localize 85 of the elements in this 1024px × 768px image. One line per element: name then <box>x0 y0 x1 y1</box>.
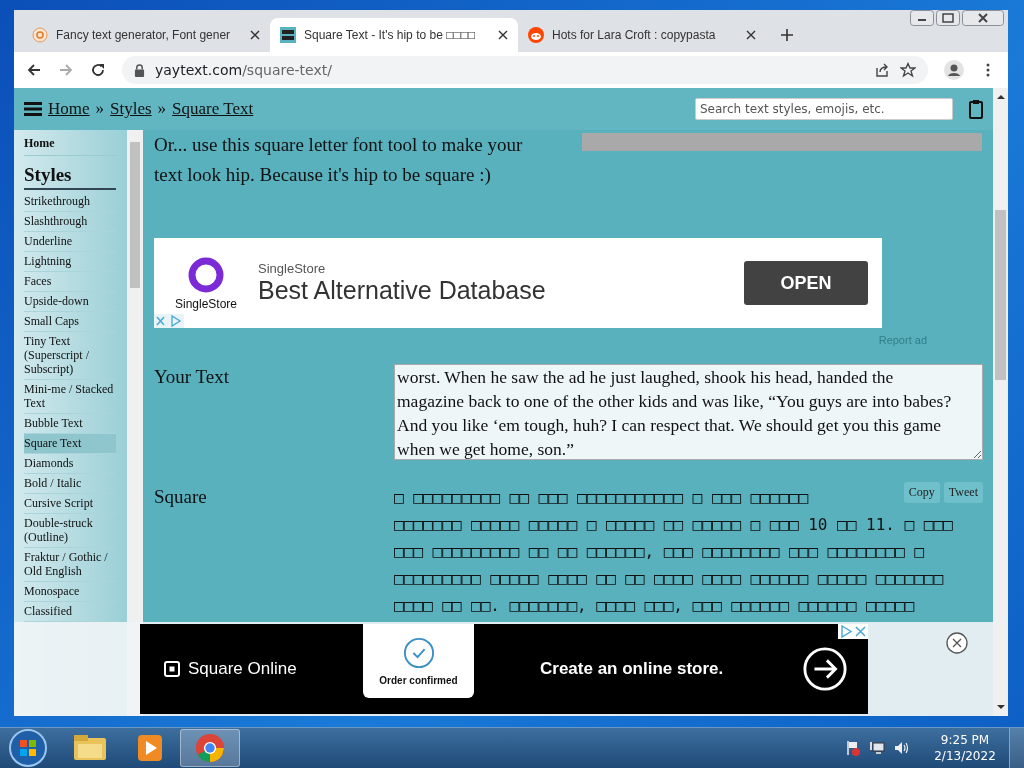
browser-tab[interactable]: Fancy text generator, Font gener <box>22 18 270 52</box>
maximize-icon[interactable] <box>936 10 960 26</box>
browser-tab[interactable]: Hots for Lara Croft : copypasta <box>518 18 766 52</box>
scroll-down-icon[interactable] <box>996 704 1005 710</box>
start-button[interactable] <box>8 728 48 768</box>
sidebar-item[interactable]: Faces <box>24 272 116 292</box>
close-icon[interactable] <box>250 30 260 40</box>
open-button[interactable]: OPEN <box>744 261 868 305</box>
clock-date[interactable]: 2/13/2022 <box>934 748 996 764</box>
profile-icon[interactable] <box>944 60 964 80</box>
home-link[interactable]: Home <box>24 134 116 156</box>
action-button[interactable]: Tweet <box>943 482 983 503</box>
ad-brand: SingleStore <box>258 261 327 276</box>
close-icon[interactable] <box>946 632 968 654</box>
sidebar-item[interactable]: Square Text <box>24 434 116 454</box>
sidebar-item[interactable]: Cursive Script <box>24 494 116 514</box>
sidebar-item[interactable]: Bold / Italic <box>24 474 116 494</box>
field-label: Your Text <box>154 365 231 389</box>
card-text: Order confirmed <box>379 674 458 686</box>
breadcrumb-separator: » <box>95 99 105 119</box>
close-icon[interactable] <box>498 30 508 40</box>
new-tab-icon[interactable] <box>780 28 794 42</box>
browser-tab[interactable]: Square Text - It's hip to be □□□□ <box>270 18 518 52</box>
sidebar-item[interactable]: Strikethrough <box>24 192 116 212</box>
ad-choices-icon[interactable] <box>838 624 868 639</box>
sidebar-item[interactable]: Slashthrough <box>24 212 116 232</box>
alien-icon <box>528 27 544 43</box>
text-input[interactable]: worst. When he saw the ad he just laughed, shook his head, handed the magazine back to one of the other kids and was like, “You guys are into babes? And you like ‘em tough, huh? I can respect that. We should get you this game when we get home, son.” <box>394 364 983 460</box>
address-bar[interactable]: yaytext.com/square-text/ <box>122 56 928 84</box>
square-text-line: □□□ □□□□□□□□□ □□ □□ □□□□□□, □□□ □□□□□□□□ □□□ □□□□□□□□ □ <box>394 541 924 563</box>
back-icon[interactable] <box>26 62 42 78</box>
ad-banner[interactable]: SingleStore SingleStore Best Alternative Database OPEN <box>154 238 882 328</box>
search-field[interactable]: Search text styles, emojis, etc. <box>695 98 953 120</box>
volume-icon[interactable] <box>893 740 909 756</box>
swirl-icon <box>32 27 48 43</box>
sidebar-item[interactable]: Double-struck (Outline) <box>24 514 116 548</box>
breadcrumb-link[interactable]: Home <box>48 99 90 119</box>
breadcrumb-link[interactable]: Square Text <box>172 99 254 119</box>
reload-icon[interactable] <box>90 62 106 78</box>
minimize-icon[interactable] <box>910 10 934 26</box>
square-text-line: □□□□ □□ □□. □□□□□□□, □□□□ □□□, □□□ □□□□□□ □□□□□□ □□□□□ <box>394 595 915 617</box>
sidebar-item[interactable]: Diamonds <box>24 454 116 474</box>
clipboard-icon[interactable] <box>969 99 983 119</box>
logo-text: SingleStore <box>174 297 237 311</box>
clock-time[interactable]: 9:25 PM <box>940 732 990 748</box>
close-icon[interactable] <box>962 10 1004 26</box>
scroll-thumb[interactable] <box>130 142 140 288</box>
sidebar-item[interactable]: Mini-me / Stacked Text <box>24 380 116 414</box>
square-text-line: □□□□□□□ □□□□□ □□□□□ □ □□□□□ □□ □□□□□ □ □□□ 10 □□ 11. □ □□□ <box>394 514 953 536</box>
close-icon[interactable] <box>746 30 756 40</box>
sidebar-item[interactable]: Upside-down <box>24 292 116 312</box>
scroll-thumb[interactable] <box>995 210 1006 380</box>
output-label: Square <box>154 485 208 509</box>
share-icon[interactable] <box>874 62 890 78</box>
sidebar-item[interactable]: Tiny Text (Superscript / Subscript) <box>24 332 116 380</box>
logo-icon <box>280 27 296 43</box>
menu-icon[interactable] <box>24 102 42 116</box>
chrome-icon <box>195 733 225 763</box>
sidebar-item[interactable]: Small Caps <box>24 312 116 332</box>
breadcrumb-link[interactable]: Styles <box>110 99 152 119</box>
ad-brand: Square Online <box>188 659 297 679</box>
action-button[interactable]: Copy <box>903 482 940 503</box>
sidebar-item[interactable]: Underline <box>24 232 116 252</box>
show-desktop-button[interactable] <box>1009 728 1024 768</box>
square-logo-icon <box>164 661 180 677</box>
ring-logo-icon <box>186 255 226 295</box>
ad-headline: Create an online store. <box>540 659 725 679</box>
sidebar-heading: Styles <box>24 156 116 190</box>
square-text-line: □ □□□□□□□□□ □□ □□□ □□□□□□□□□□□ □ □□□ □□□□□□ <box>394 487 809 509</box>
url-text: yaytext.com/square-text/ <box>155 62 333 78</box>
scrollbar[interactable] <box>993 88 1008 716</box>
star-icon[interactable] <box>900 62 916 78</box>
lock-icon <box>134 63 145 77</box>
ad-headline: Best Alternative Database <box>258 276 547 305</box>
intro-text: Or... use this square letter font tool to make your text look hip. Because it's hip to be square :) <box>154 133 524 187</box>
ad-banner[interactable]: Square Online Order confirmed Create an online store. <box>140 624 868 714</box>
check-icon <box>402 636 435 669</box>
breadcrumb-separator: » <box>157 99 167 119</box>
sidebar-item[interactable]: Monospace <box>24 582 116 602</box>
square-text-line: □□□□□□□□□ □□□□□ □□□□ □□ □□ □□□□ □□□□ □□□□□□ □□□□□ □□□□□□□ <box>394 568 944 590</box>
sidebar-item[interactable]: Fraktur / Gothic / Old English <box>24 548 116 582</box>
sidebar-item[interactable]: Lightning <box>24 252 116 272</box>
flag-icon[interactable] <box>845 740 861 756</box>
scroll-up-icon[interactable] <box>996 94 1005 100</box>
network-icon[interactable] <box>869 740 885 756</box>
